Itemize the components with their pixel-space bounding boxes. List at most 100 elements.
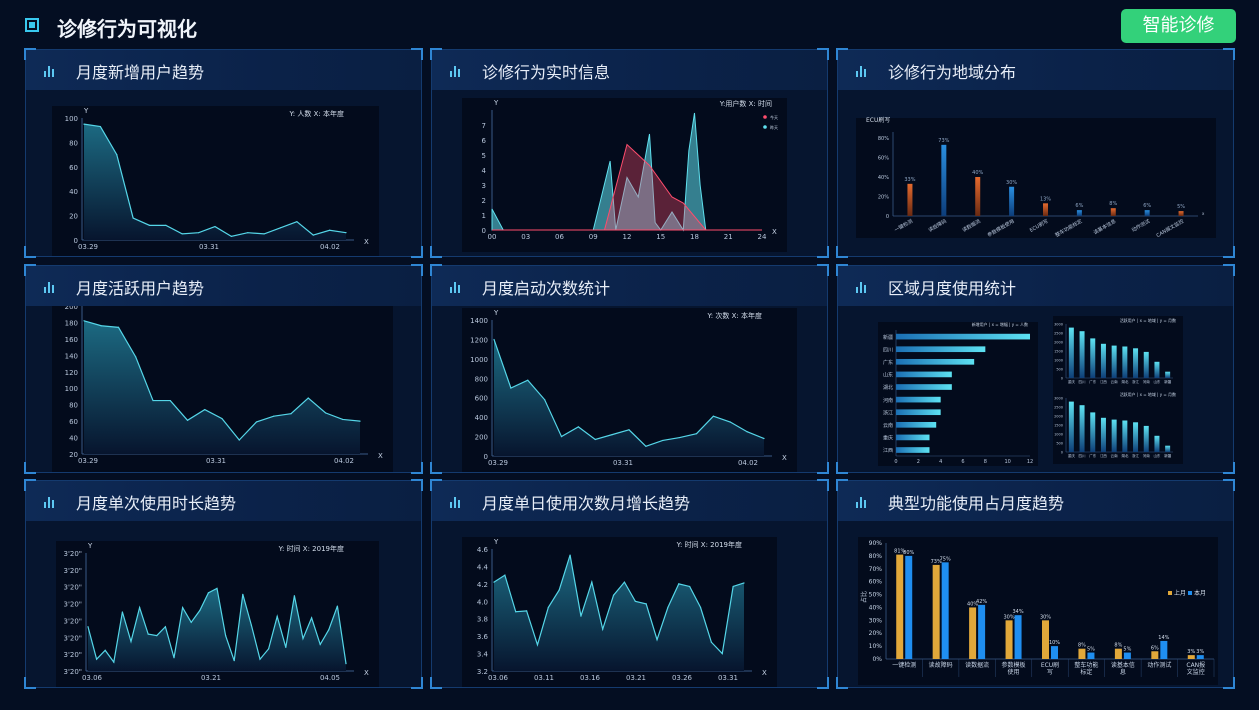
bar-value-label: 3%: [1187, 649, 1195, 655]
bar-本月: [941, 562, 949, 659]
y-tick-label: 40: [69, 188, 78, 196]
bar: [941, 144, 947, 216]
data-point: [712, 415, 714, 417]
bar-chart-icon: [44, 496, 58, 508]
x-tick-label: 12: [623, 233, 632, 241]
x-tick-label: 0: [894, 459, 897, 465]
data-point: [117, 326, 120, 328]
y-tick-label: 160: [65, 336, 78, 344]
data-point: [721, 652, 723, 655]
data-point: [678, 583, 680, 585]
y-tick-label: 40%: [869, 604, 883, 611]
y-tick-label: 重庆: [883, 435, 893, 442]
data-point: [190, 621, 192, 623]
bar-value-label: 13%: [1040, 196, 1051, 202]
x-tick-label: 湖北: [1121, 379, 1129, 384]
session-duration-chart: Y X 3'20" 3'20" 3'20" 3'20" 3'20" 3'20" 3'20" 3'2…: [56, 541, 379, 687]
y-tick-label: 20%: [878, 195, 889, 201]
bar: [896, 358, 975, 365]
bar-上月: [1187, 655, 1195, 659]
x-tick-label: 03.11: [534, 674, 554, 682]
y-tick-label: 0: [1061, 377, 1063, 381]
legend-text: Y: 人数 X: 本年度: [288, 109, 344, 118]
x-tick-label: 04.05: [320, 674, 340, 682]
page-title: 诊修行为可视化: [57, 17, 197, 41]
data-point: [558, 589, 560, 591]
panel-session-duration: 月度单次使用时长趋势 Y X 3'20" 3'20" 3'20" 3'20" 3'20" 3'…: [24, 479, 423, 689]
bar: [1110, 208, 1116, 216]
y-tick-label: 河南: [883, 397, 893, 404]
y-tick-label: 3'20": [63, 567, 82, 575]
data-point: [345, 663, 347, 665]
legend-text: 活跃用户 | x = 地域 | y = 月数: [1120, 391, 1176, 397]
data-point: [544, 399, 546, 401]
bar: [896, 371, 952, 378]
y-tick-label: 山东: [883, 372, 893, 379]
bar-value-label: 80%: [903, 550, 914, 556]
x-tick-label: 动作测试: [1147, 661, 1171, 669]
data-point: [250, 624, 252, 626]
y-tick-label: 1200: [470, 336, 488, 344]
y-tick-label: 3.4: [477, 651, 489, 659]
x-tick-label: 8: [984, 459, 987, 465]
data-point: [83, 320, 85, 322]
x-tick-label: 读故障码: [929, 661, 953, 669]
data-point: [83, 123, 85, 125]
panel-title: 区域月度使用统计: [888, 279, 1017, 298]
data-point: [746, 431, 748, 433]
x-axis-label: X: [762, 669, 767, 677]
x-tick-label: 标定: [1080, 668, 1092, 676]
data-point: [302, 637, 304, 640]
bar-chart-icon: [44, 281, 58, 293]
feature-usage-chart: 0%10%20%30%40%50%60%70%80%90%占比一键检测81%80…: [858, 537, 1218, 685]
data-point: [312, 234, 314, 236]
x-tick-label: 重庆: [1068, 379, 1076, 384]
y-axis-label: Y: [493, 538, 499, 546]
data-point: [247, 232, 249, 234]
panel-realtime: 诊修行为实时信息 Y X 0 1 2 3 4 5 6 7 00 03 06 09 12 15 18 21 24 Y:用…: [430, 48, 829, 258]
y-tick-label: 80%: [869, 553, 883, 560]
data-point: [743, 582, 745, 584]
x-tick-label: 江西: [1100, 453, 1108, 458]
y-tick-label: 3'20": [63, 601, 82, 609]
bar-上月: [1114, 648, 1122, 659]
panel-title: 月度新增用户趋势: [76, 63, 205, 82]
x-tick-label: 03.21: [201, 674, 221, 682]
data-point: [214, 225, 216, 228]
data-point: [204, 409, 206, 411]
data-point: [132, 217, 134, 219]
y-tick-label: 3'20": [63, 634, 82, 642]
data-point: [116, 154, 118, 156]
data-point: [667, 606, 669, 608]
x-tick-label: 21: [724, 233, 733, 241]
y-tick-label: 1500: [1054, 424, 1063, 428]
y-tick-label: 80%: [878, 136, 889, 142]
bar-value-label: 8%: [1114, 643, 1122, 649]
y-tick-label: 2500: [1054, 332, 1063, 336]
y-tick-label: 100: [65, 385, 78, 393]
data-point: [216, 587, 218, 589]
x-tick-label: 山东: [1153, 453, 1161, 458]
y-tick-label: 7: [482, 122, 486, 130]
y-tick-label: 1000: [1054, 359, 1063, 363]
x-tick-label: 云南: [1111, 453, 1118, 458]
bar-value-label: 33%: [904, 177, 915, 183]
data-point: [611, 434, 613, 436]
bar-value-label: 6%: [1075, 203, 1083, 209]
bar-本月: [1087, 652, 1095, 659]
data-point: [493, 338, 495, 341]
bar: [1100, 343, 1106, 378]
bar-本月: [1160, 640, 1168, 659]
y-tick-label: 0: [886, 214, 889, 220]
y-tick-label: 4.0: [477, 598, 488, 606]
panel-title: 典型功能使用占月度趋势: [888, 494, 1065, 513]
bar-本月: [978, 604, 986, 659]
legend-text: Y:用户数 X: 时间: [719, 99, 772, 108]
smart-diagnosis-button[interactable]: 智能诊修: [1121, 9, 1236, 43]
y-tick-label: 3.2: [477, 668, 488, 676]
x-tick-label: 03.29: [78, 243, 98, 251]
bar-value-label: 42%: [976, 599, 987, 605]
bar: [1068, 401, 1074, 452]
y-tick-label: 3'20": [63, 617, 82, 625]
x-tick-label: 云南: [1111, 379, 1118, 384]
